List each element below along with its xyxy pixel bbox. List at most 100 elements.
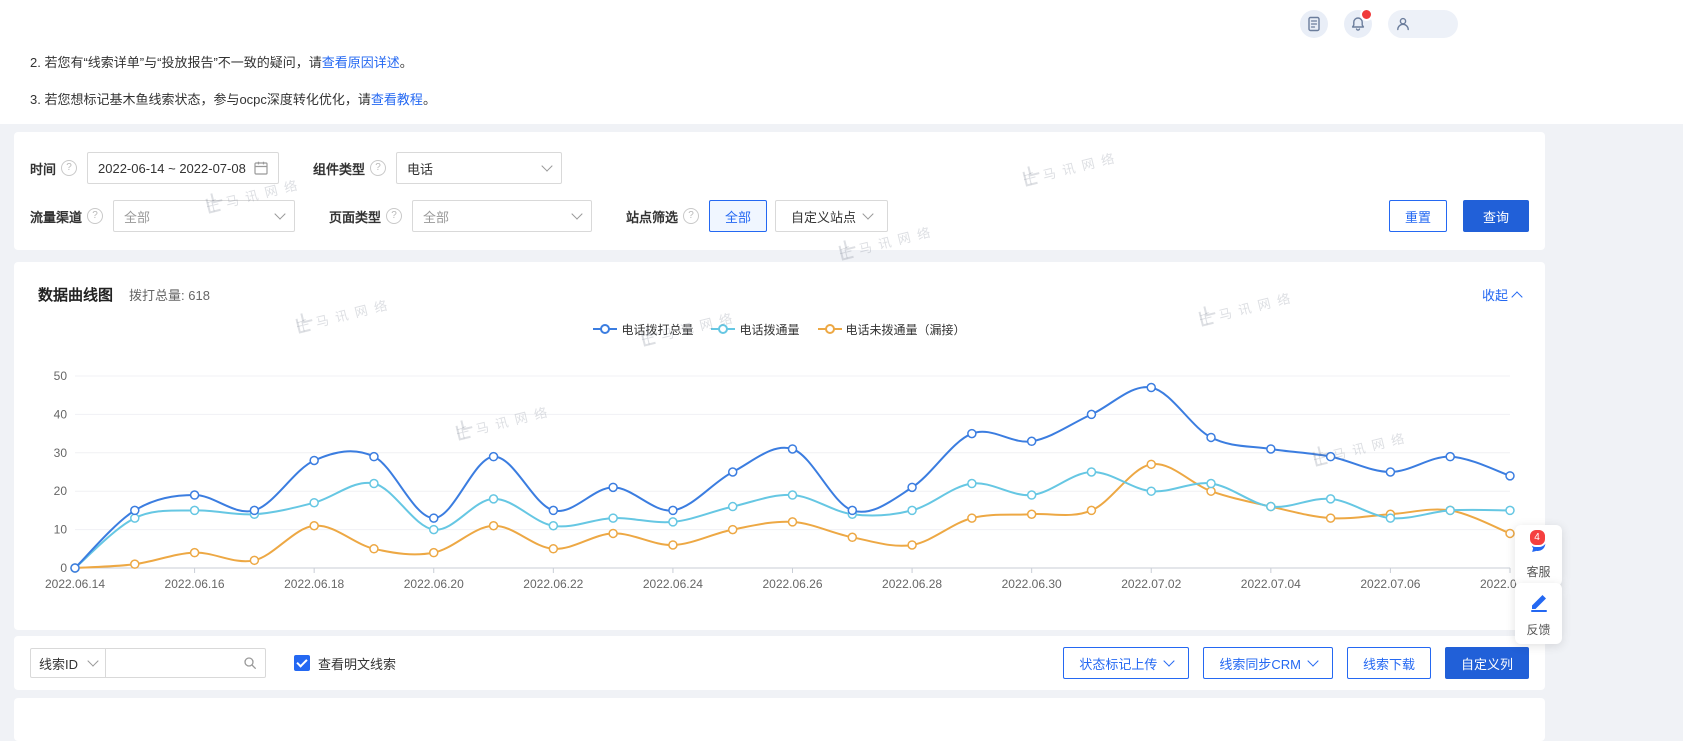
notice-link-reason[interactable]: 查看原因详述	[322, 55, 400, 70]
svg-text:30: 30	[54, 446, 68, 460]
svg-text:2022.06.22: 2022.06.22	[523, 577, 583, 591]
help-icon[interactable]: ?	[87, 208, 103, 224]
page-type-select[interactable]: 全部	[412, 200, 592, 232]
notice-link-tutorial[interactable]: 查看教程	[371, 92, 423, 107]
date-range-input[interactable]: 2022-06-14 ~ 2022-07-08	[87, 152, 279, 184]
site-filter-label: 站点筛选	[626, 207, 678, 226]
calendar-icon	[254, 161, 268, 175]
site-all-button[interactable]: 全部	[709, 200, 767, 232]
lead-id-label: 线索ID	[39, 654, 78, 673]
legend-item[interactable]: 电话未拨通量（漏接）	[818, 321, 966, 338]
help-icon[interactable]: ?	[61, 160, 77, 176]
table-area	[14, 698, 1545, 741]
legend-label: 电话拨打总量	[621, 321, 693, 338]
reset-button[interactable]: 重置	[1389, 200, 1447, 232]
svg-text:2022.06.14: 2022.06.14	[45, 577, 105, 591]
feedback-widget[interactable]: 反馈	[1515, 583, 1562, 644]
chevron-down-icon	[274, 208, 285, 219]
component-type-value: 电话	[407, 159, 433, 178]
header-block: 2. 若您有“线索详单”与“投放报告”不一致的疑问，请查看原因详述。 3. 若您…	[0, 0, 1683, 124]
traffic-channel-select[interactable]: 全部	[113, 200, 295, 232]
bell-icon[interactable]	[1344, 10, 1372, 38]
custom-columns-button[interactable]: 自定义列	[1445, 647, 1529, 679]
leads-toolbar: 线索ID 查看明文线索 状态标记上传 线索同步CRM 线索下载 自定义列	[14, 636, 1545, 690]
legend-label: 电话拨通量	[739, 321, 799, 338]
plaintext-checkbox-label: 查看明文线索	[318, 654, 396, 673]
legend-line-icon	[818, 324, 842, 334]
chevron-up-icon	[1511, 291, 1522, 302]
svg-text:20: 20	[54, 484, 68, 498]
help-icon[interactable]: ?	[386, 208, 402, 224]
notice-line: 2. 若您有“线索详单”与“投放报告”不一致的疑问，请查看原因详述。	[30, 44, 436, 81]
chevron-down-icon	[571, 208, 582, 219]
component-type-select[interactable]: 电话	[396, 152, 562, 184]
traffic-channel-label: 流量渠道	[30, 207, 82, 226]
chart-legend: 电话拨打总量 电话拨通量 电话未拨通量（漏接）	[14, 320, 1545, 338]
collapse-label: 收起	[1482, 288, 1508, 303]
notice-text: 。	[400, 55, 413, 70]
page: 2. 若您有“线索详单”与“投放报告”不一致的疑问，请查看原因详述。 3. 若您…	[0, 0, 1683, 741]
chevron-down-icon	[862, 208, 873, 219]
chart-subtitle: 拨打总量: 618	[129, 285, 210, 304]
svg-text:2022.06.28: 2022.06.28	[882, 577, 942, 591]
date-range-value: 2022-06-14 ~ 2022-07-08	[98, 161, 246, 176]
svg-text:40: 40	[54, 407, 68, 421]
notice-text: 。	[423, 92, 436, 107]
notice-text: 2. 若您有“线索详单”与“投放报告”不一致的疑问，请	[30, 55, 322, 70]
filter-row-1: 时间 ? 2022-06-14 ~ 2022-07-08 组件类型 ? 电话	[30, 152, 1529, 184]
site-custom-button[interactable]: 自定义站点	[775, 200, 888, 232]
legend-item[interactable]: 电话拨打总量	[593, 321, 693, 338]
user-menu[interactable]	[1388, 10, 1458, 38]
svg-text:2022.06.16: 2022.06.16	[165, 577, 225, 591]
toolbar-buttons: 状态标记上传 线索同步CRM 线索下载 自定义列	[1063, 647, 1529, 679]
legend-line-icon	[593, 324, 617, 334]
legend-label: 电话未拨通量（漏接）	[846, 321, 966, 338]
status-upload-button[interactable]: 状态标记上传	[1063, 647, 1189, 679]
chevron-down-icon	[1307, 655, 1318, 666]
legend-line-icon	[711, 324, 735, 334]
svg-text:2022.06.18: 2022.06.18	[284, 577, 344, 591]
page-type-label: 页面类型	[329, 207, 381, 226]
legend-item[interactable]: 电话拨通量	[711, 321, 799, 338]
svg-text:2022.06.20: 2022.06.20	[404, 577, 464, 591]
customer-service-widget[interactable]: 4 客服	[1515, 525, 1562, 586]
notice-text: 3. 若您想标记基木鱼线索状态，参与ocpc深度转化优化，请	[30, 92, 371, 107]
notice-line: 3. 若您想标记基木鱼线索状态，参与ocpc深度转化优化，请查看教程。	[30, 81, 436, 118]
svg-text:2022.07.02: 2022.07.02	[1121, 577, 1181, 591]
help-icon[interactable]: ?	[370, 160, 386, 176]
status-upload-label: 状态标记上传	[1079, 654, 1157, 673]
svg-text:50: 50	[54, 369, 68, 383]
chevron-down-icon	[541, 160, 552, 171]
lead-download-button[interactable]: 线索下载	[1347, 647, 1431, 679]
line-chart[interactable]: 010203040502022.06.142022.06.162022.06.1…	[30, 362, 1525, 598]
help-icon[interactable]: ?	[683, 208, 699, 224]
crm-sync-button[interactable]: 线索同步CRM	[1203, 647, 1333, 679]
filter-panel: 时间 ? 2022-06-14 ~ 2022-07-08 组件类型 ? 电话 流…	[14, 132, 1545, 250]
chat-icon: 4	[1528, 533, 1550, 560]
notice-list: 2. 若您有“线索详单”与“投放报告”不一致的疑问，请查看原因详述。 3. 若您…	[30, 44, 436, 118]
feedback-label: 反馈	[1515, 621, 1562, 638]
time-label: 时间	[30, 159, 56, 178]
chart-header: 数据曲线图 拨打总量: 618 收起	[14, 262, 1545, 304]
plaintext-checkbox[interactable]	[294, 655, 310, 671]
svg-text:2022.06.26: 2022.06.26	[762, 577, 822, 591]
chart-panel: 数据曲线图 拨打总量: 618 收起 电话拨打总量 电话拨通量 电话未拨通量（漏接）…	[14, 262, 1545, 630]
file-icon[interactable]	[1300, 10, 1328, 38]
lead-id-select[interactable]: 线索ID	[30, 648, 106, 678]
chevron-down-icon	[87, 655, 98, 666]
crm-sync-label: 线索同步CRM	[1219, 654, 1301, 673]
service-label: 客服	[1515, 563, 1562, 580]
svg-text:2022.07.04: 2022.07.04	[1241, 577, 1301, 591]
svg-text:2022.06.24: 2022.06.24	[643, 577, 703, 591]
traffic-channel-value: 全部	[124, 207, 150, 226]
page-type-value: 全部	[423, 207, 449, 226]
chevron-down-icon	[1164, 655, 1175, 666]
filter-row-2: 流量渠道 ? 全部 页面类型 ? 全部 站点筛选 ? 全部 自定义站点	[30, 200, 1529, 232]
topbar-icons	[1300, 10, 1458, 38]
service-badge: 4	[1528, 528, 1547, 547]
collapse-link[interactable]: 收起	[1482, 285, 1521, 304]
query-button[interactable]: 查询	[1463, 200, 1529, 232]
svg-text:0: 0	[60, 561, 67, 575]
svg-text:2022.07.06: 2022.07.06	[1360, 577, 1420, 591]
search-input[interactable]	[114, 655, 243, 672]
